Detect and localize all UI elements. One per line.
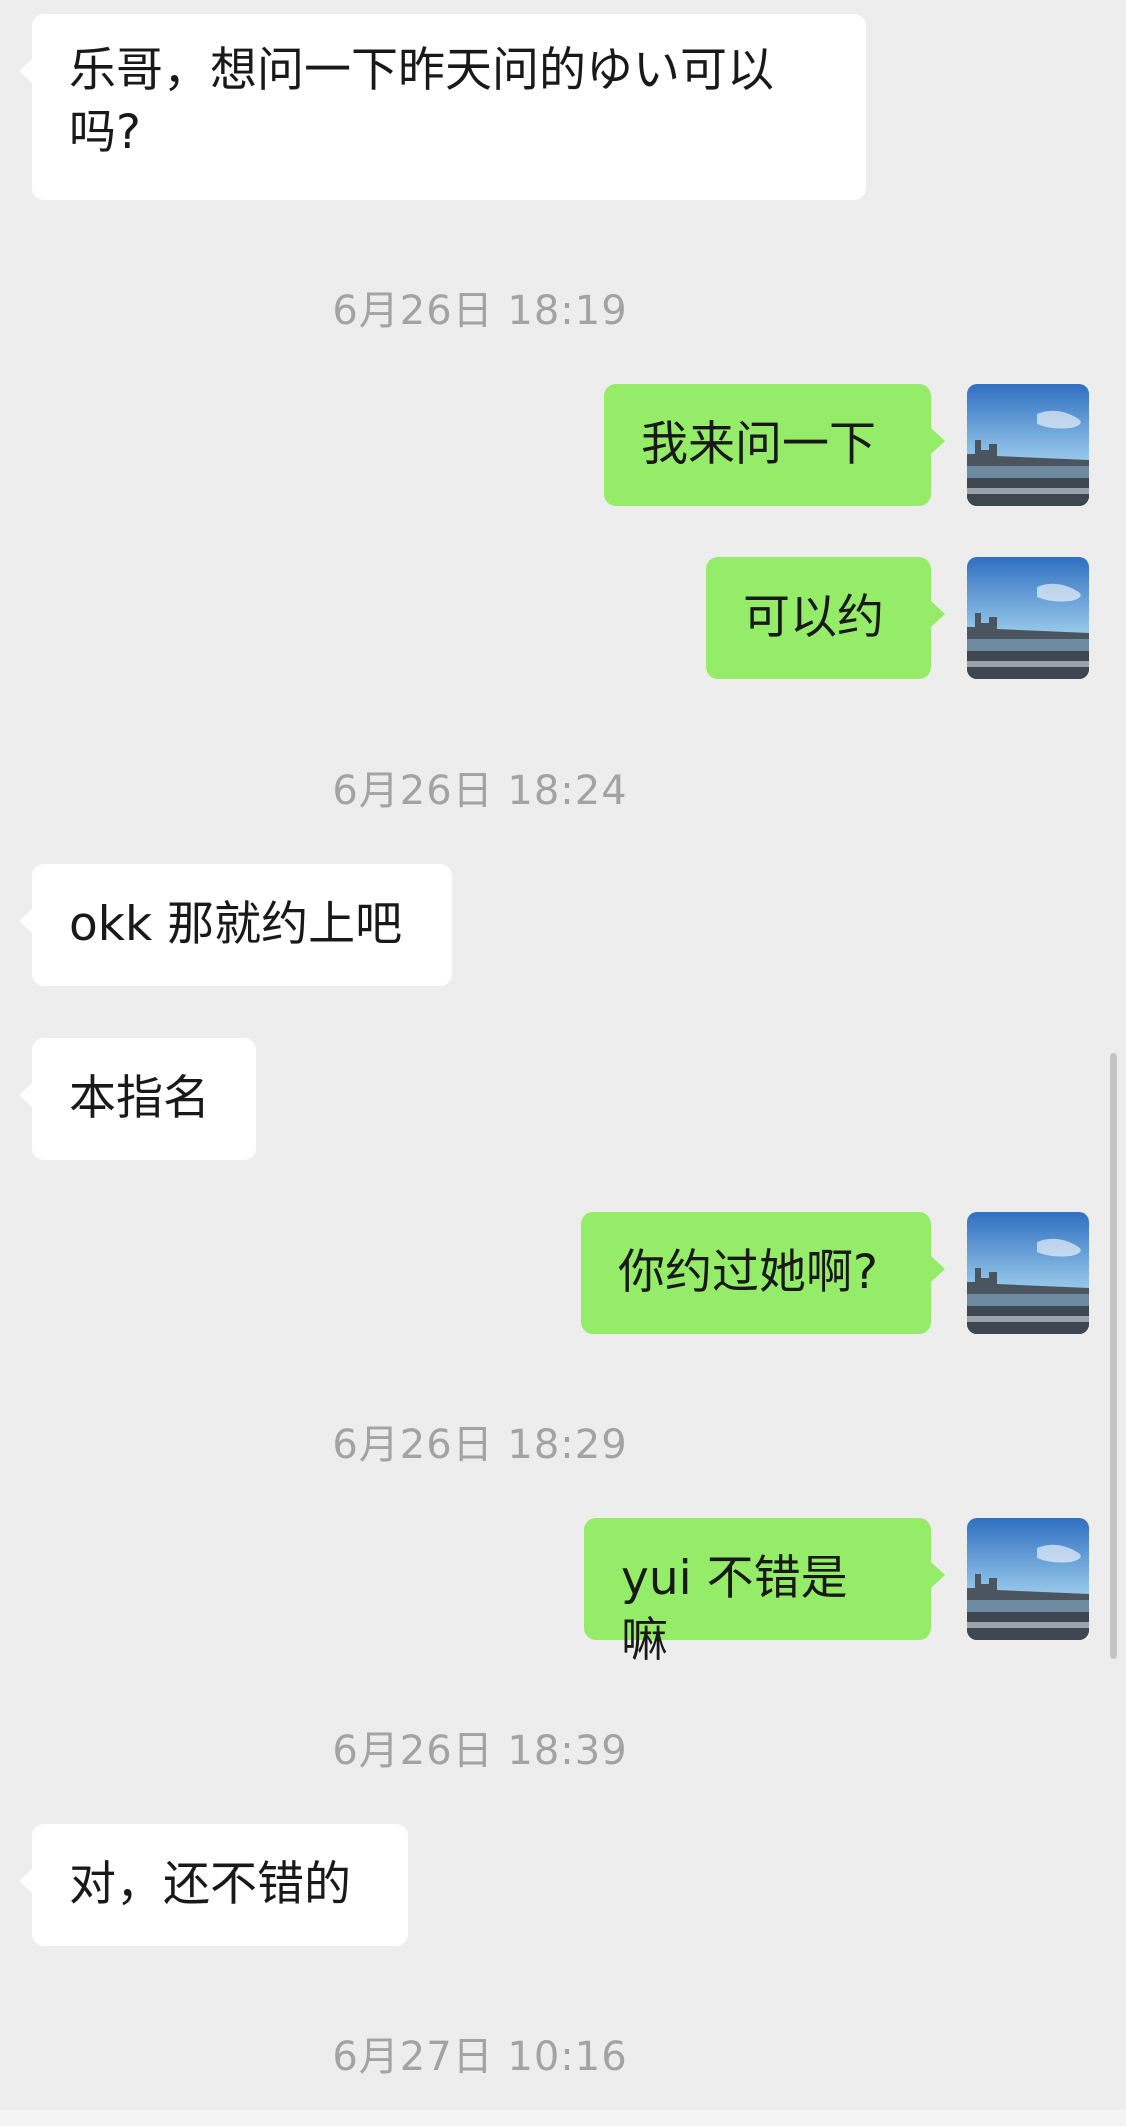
message-timestamp: 6月26日 18:24 [332,768,628,814]
user-avatar[interactable] [967,384,1089,506]
message-bubble-incoming[interactable]: 本指名 [19,1038,256,1160]
message-timestamp: 6月27日 10:16 [332,2034,628,2080]
city-skyline-photo-avatar-icon [967,1212,1089,1334]
message-bubble-incoming[interactable]: 乐哥，想问一下昨天问的ゆい可以 吗? [19,14,866,200]
message-timestamp: 6月26日 18:29 [332,1422,628,1468]
chat-scrollbar[interactable] [1110,1053,1117,1659]
message-bubble-outgoing[interactable]: 可以约 [706,557,945,679]
input-bar-edge [0,2110,1126,2126]
message-bubble-outgoing[interactable]: 我来问一下 [604,384,945,506]
user-avatar[interactable] [967,557,1089,679]
user-avatar[interactable] [967,1212,1089,1334]
message-bubble-incoming[interactable]: okk 那就约上吧 [19,864,452,986]
message-timestamp: 6月26日 18:39 [332,1728,628,1774]
city-skyline-photo-avatar-icon [967,557,1089,679]
city-skyline-photo-avatar-icon [967,1518,1089,1640]
message-bubble-outgoing[interactable]: yui 不错是嘛 [584,1518,945,1668]
user-avatar[interactable] [967,1518,1089,1640]
message-timestamp: 6月26日 18:19 [332,288,628,334]
message-bubble-incoming[interactable]: 对，还不错的 [19,1824,408,1946]
city-skyline-photo-avatar-icon [967,384,1089,506]
message-bubble-outgoing[interactable]: 你约过她啊? [581,1212,945,1334]
